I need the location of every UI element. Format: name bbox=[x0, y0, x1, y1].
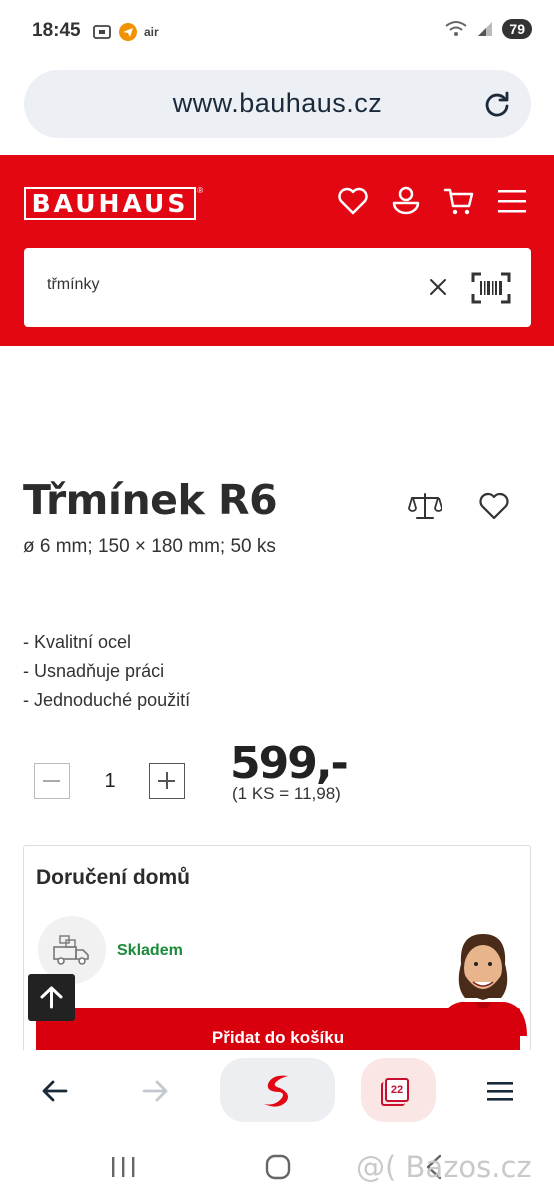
product-title: Třmínek R6 bbox=[23, 476, 278, 524]
browser-menu-icon[interactable] bbox=[485, 1076, 515, 1106]
logo-registered-mark: ® bbox=[197, 186, 203, 195]
url-text[interactable]: www.bauhaus.cz bbox=[24, 88, 531, 119]
feature-list: - Kvalitní ocel - Usnadňuje práci - Jedn… bbox=[23, 632, 190, 719]
tab-count: 22 bbox=[385, 1078, 409, 1102]
telegram-icon bbox=[119, 23, 137, 41]
forward-arrow-icon[interactable] bbox=[140, 1076, 170, 1106]
barcode-scan-icon[interactable] bbox=[471, 272, 511, 304]
reload-icon[interactable] bbox=[483, 90, 511, 118]
quantity-value[interactable]: 1 bbox=[95, 770, 125, 793]
screenshot-icon bbox=[93, 25, 111, 39]
hamburger-menu-icon[interactable] bbox=[496, 185, 528, 217]
shopping-cart-icon[interactable] bbox=[443, 185, 475, 217]
user-account-icon[interactable] bbox=[390, 185, 422, 217]
bauhaus-logo[interactable]: BAUHAUS ® bbox=[24, 186, 203, 220]
status-bar: 18:45 air 79 bbox=[0, 0, 554, 64]
samsung-internet-logo-icon bbox=[264, 1075, 288, 1107]
add-to-cart-label[interactable]: Přidat do košíku bbox=[36, 1028, 520, 1048]
browser-toolbar: 22 bbox=[0, 1050, 554, 1132]
battery-indicator: 79 bbox=[502, 19, 532, 39]
search-query-text[interactable]: třmínky bbox=[47, 276, 99, 294]
back-arrow-icon[interactable] bbox=[40, 1076, 70, 1106]
product-specs: ø 6 mm; 150 × 180 mm; 50 ks bbox=[23, 536, 276, 557]
site-header: BAUHAUS ® třmínky bbox=[0, 155, 554, 346]
feature-item: - Jednoduché použití bbox=[23, 690, 191, 710]
android-navigation-bar: @( Bazos.cz bbox=[0, 1134, 554, 1200]
tabs-button[interactable]: 22 bbox=[361, 1058, 436, 1122]
quantity-decrease-button[interactable] bbox=[34, 763, 70, 799]
clear-search-icon[interactable] bbox=[429, 278, 447, 296]
status-system-icons: 79 bbox=[444, 19, 532, 39]
status-time: 18:45 bbox=[32, 20, 81, 41]
logo-text: BAUHAUS bbox=[31, 189, 189, 218]
network-label: air bbox=[144, 25, 159, 39]
status-notification-icons: air bbox=[92, 22, 159, 42]
home-circle-icon[interactable] bbox=[265, 1154, 291, 1180]
product-price: 599,- bbox=[230, 738, 349, 789]
scroll-to-top-button[interactable] bbox=[28, 974, 75, 1021]
delivery-card: Doručení domů Skladem Přidat do košíku bbox=[23, 845, 531, 1065]
address-bar[interactable]: www.bauhaus.cz bbox=[24, 70, 531, 138]
watermark: @( Bazos.cz bbox=[356, 1150, 532, 1184]
home-button[interactable] bbox=[220, 1058, 335, 1122]
delivery-truck-icon bbox=[53, 935, 89, 965]
favorite-heart-icon[interactable] bbox=[478, 492, 510, 520]
stock-status: Skladem bbox=[117, 942, 183, 959]
delivery-title: Doručení domů bbox=[36, 866, 191, 889]
wishlist-heart-icon[interactable] bbox=[337, 185, 369, 217]
signal-icon bbox=[478, 22, 493, 36]
feature-item: - Kvalitní ocel bbox=[23, 632, 132, 652]
search-input[interactable]: třmínky bbox=[24, 248, 531, 327]
quantity-increase-button[interactable] bbox=[149, 763, 185, 799]
feature-item: - Usnadňuje práci bbox=[23, 661, 165, 681]
unit-price: (1 KS = 11,98) bbox=[232, 784, 341, 803]
wifi-icon bbox=[445, 21, 468, 36]
compare-scale-icon[interactable] bbox=[408, 490, 442, 522]
arrow-up-icon bbox=[40, 986, 63, 1009]
recent-apps-icon[interactable] bbox=[110, 1155, 136, 1179]
